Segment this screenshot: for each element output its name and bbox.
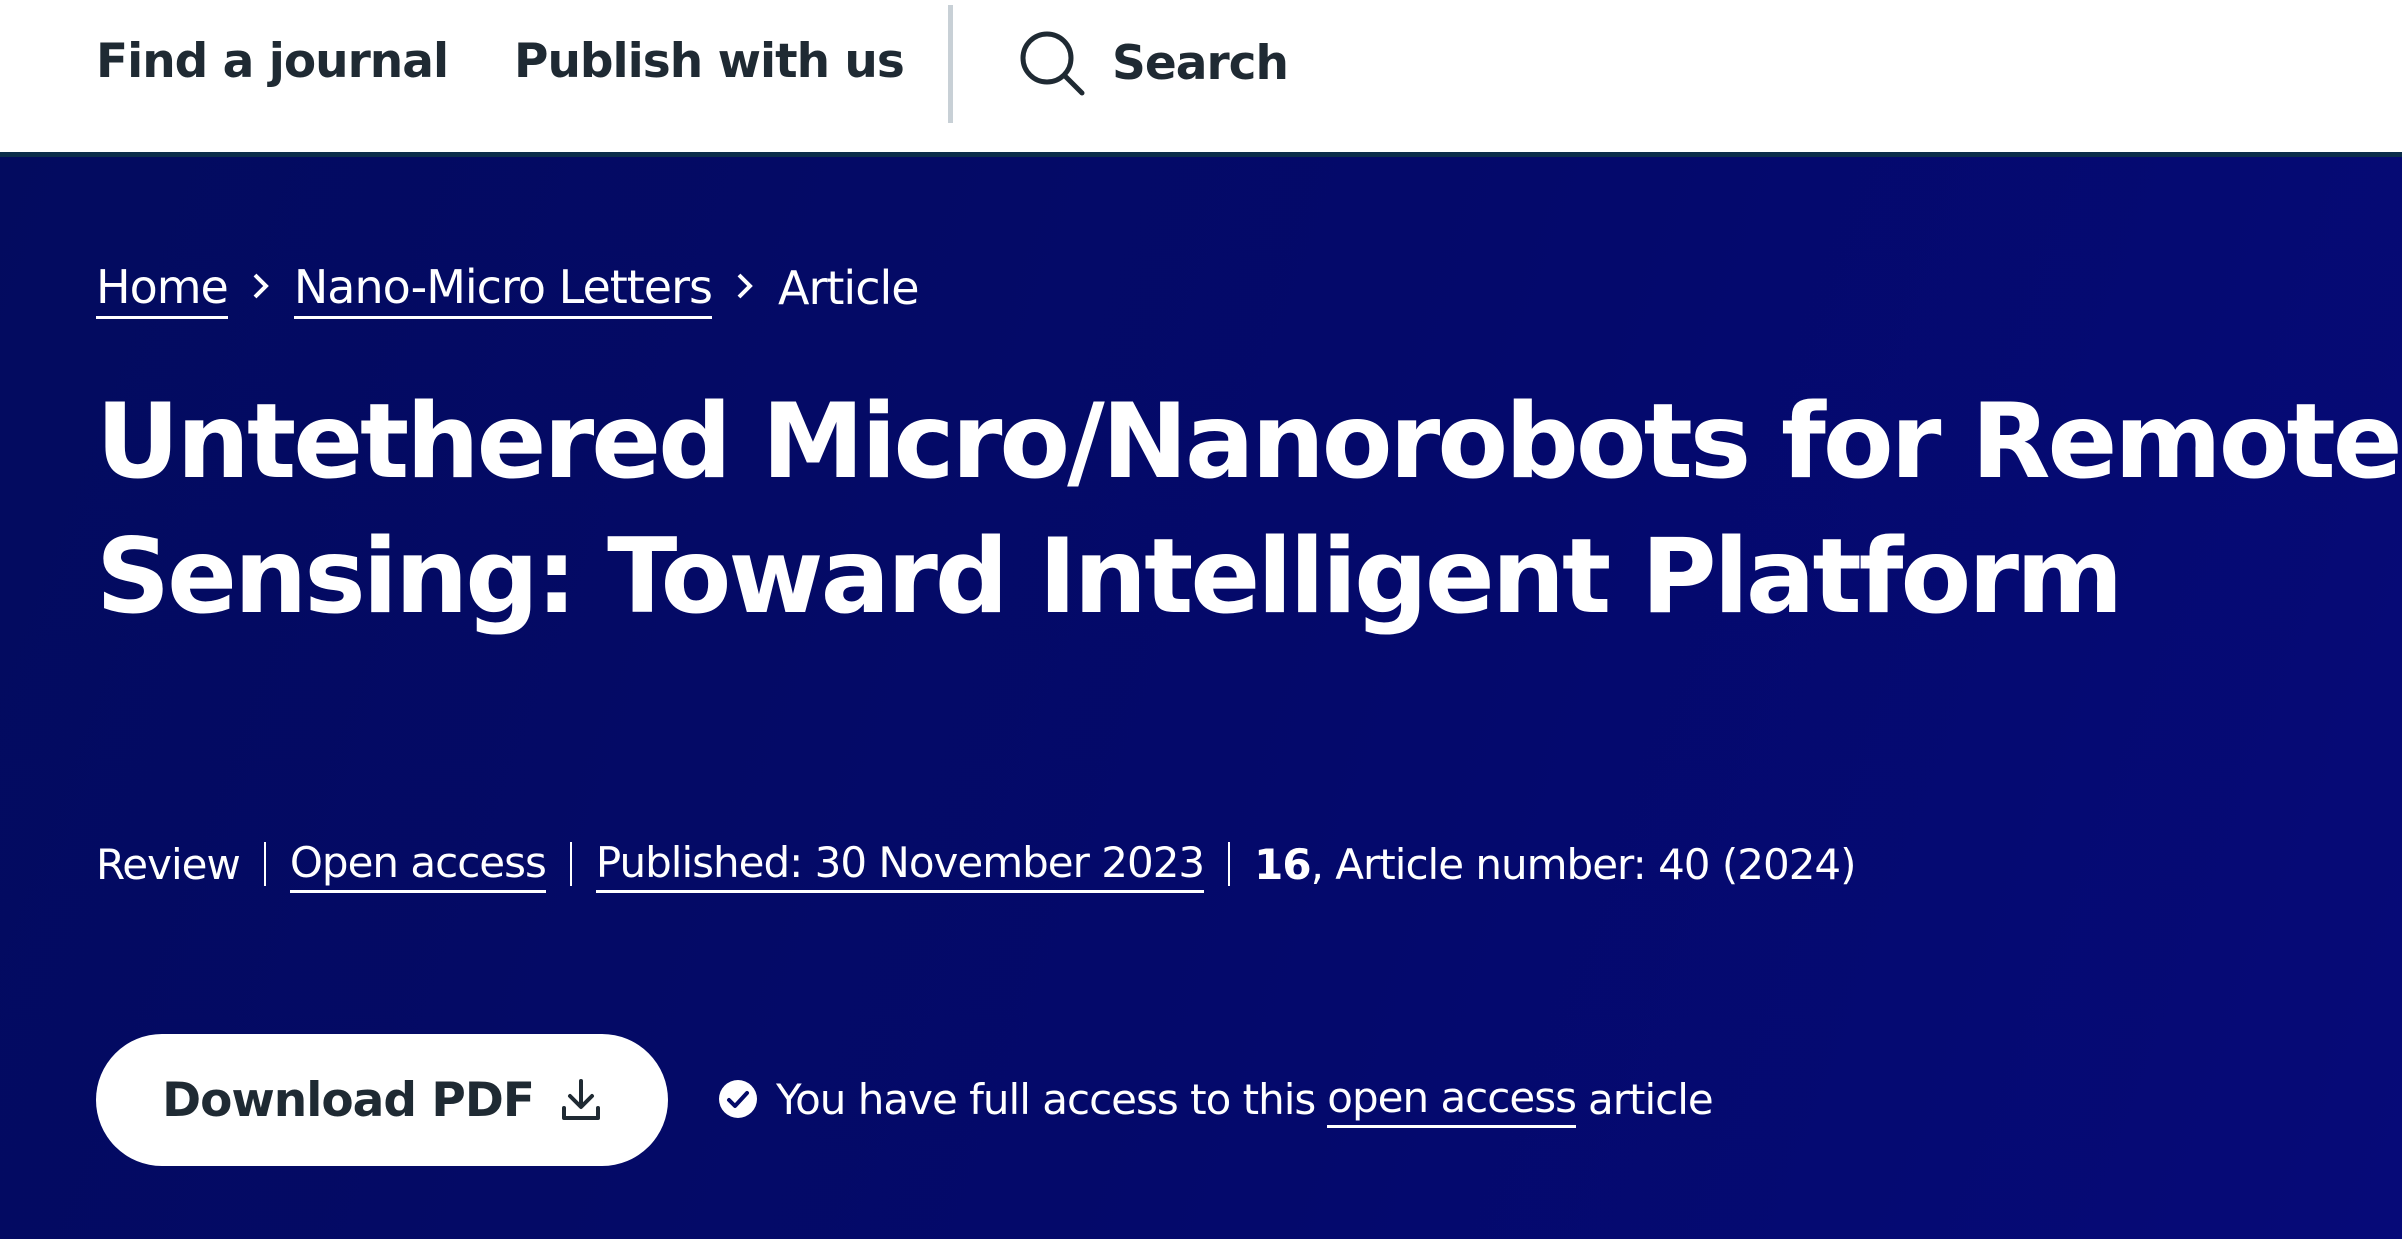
chevron-right-icon <box>734 259 756 317</box>
breadcrumb-journal[interactable]: Nano-Micro Letters <box>293 258 713 319</box>
search-icon <box>1018 29 1086 97</box>
chevron-right-icon <box>250 259 272 317</box>
published-date-link[interactable]: Published: 30 November 2023 <box>595 836 1205 893</box>
publish-with-us-link[interactable]: Publish with us <box>514 30 905 94</box>
access-note-suffix: article <box>1587 1074 1714 1124</box>
article-number: , Article number: 40 (2024) <box>1310 839 1857 889</box>
article-title: Untethered Micro/Nanorobots for Remote S… <box>96 375 2402 645</box>
search-label: Search <box>1112 35 1289 91</box>
search-button[interactable]: Search <box>1018 28 1289 98</box>
find-a-journal-link[interactable]: Find a journal <box>96 30 449 94</box>
article-title-line-2: Sensing: Toward Intelligent Platform <box>96 517 2123 637</box>
breadcrumb: Home Nano-Micro Letters Article <box>96 253 920 323</box>
volume-number: 16 <box>1254 839 1311 889</box>
download-pdf-button[interactable]: Download PDF <box>96 1034 668 1166</box>
article-meta: Review Open access Published: 30 Novembe… <box>96 829 1857 899</box>
download-icon <box>534 1078 602 1122</box>
meta-divider <box>569 842 572 886</box>
access-note-prefix: You have full access to this <box>776 1074 1316 1124</box>
nav-divider <box>948 5 953 123</box>
open-access-link[interactable]: Open access <box>289 836 547 893</box>
article-title-line-1: Untethered Micro/Nanorobots for Remote <box>96 382 2402 502</box>
access-note-open-access-link[interactable]: open access <box>1327 1071 1577 1128</box>
meta-divider <box>263 842 266 886</box>
access-note: You have full access to this open access… <box>718 1064 1714 1134</box>
article-header: Home Nano-Micro Letters Article Untether… <box>0 157 2402 1239</box>
breadcrumb-home[interactable]: Home <box>96 258 229 319</box>
meta-divider <box>1228 842 1231 886</box>
download-pdf-label: Download PDF <box>162 1072 535 1128</box>
article-type: Review <box>96 839 241 889</box>
top-navigation: Find a journal Publish with us Search <box>0 0 2402 157</box>
check-circle-icon <box>718 1079 776 1119</box>
breadcrumb-current: Article <box>778 261 920 315</box>
